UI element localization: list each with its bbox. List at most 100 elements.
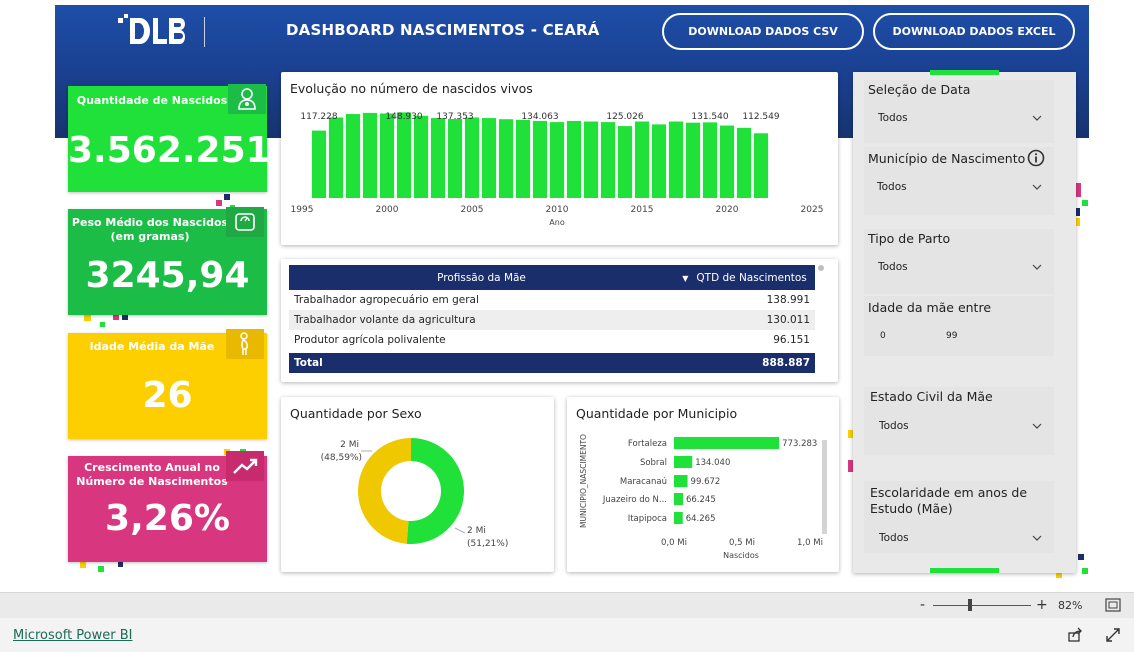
bar-2000[interactable] [379,113,395,198]
table-row[interactable]: Trabalhador agropecuário em geral 138.99… [289,290,815,310]
pregnant-woman-icon [226,329,264,359]
slice-feminino[interactable] [357,438,411,544]
category-label: Sobral [640,458,667,468]
decor-square [1082,200,1088,206]
download-excel-button[interactable]: DOWNLOAD DADOS EXCEL [873,13,1075,50]
bar-1[interactable] [674,456,693,468]
table-header-qtd[interactable]: ▼ QTD de Nascimentos [674,265,815,290]
data-label: 137.353 [436,112,473,122]
table-header-qtd-label: QTD de Nascimentos [696,271,807,284]
sexo-chart-card[interactable]: Quantidade por Sexo 2 Mi (48,59%) 2 Mi (51,… [281,397,554,572]
category-label: Maracanaú [620,477,667,487]
decor-square [1078,554,1084,560]
zoom-slider-track[interactable] [933,605,1031,606]
bar-2007[interactable] [498,119,514,198]
bar-2011[interactable] [566,120,582,198]
chevron-down-icon[interactable] [1032,421,1042,431]
bar-2016[interactable] [651,124,667,198]
kpi-label: Idade Média da Mãe [89,340,215,353]
filter-dropdown-value[interactable]: Todos [878,261,908,273]
sexo-donut-chart: 2 Mi (48,59%) 2 Mi (51,21%) [321,438,508,549]
idade-max-input[interactable]: 99 [946,331,957,341]
share-icon[interactable] [1067,627,1083,643]
filter-escolaridade: Escolaridade em anos de Estudo (Mãe) Tod… [864,481,1054,553]
bar-2003[interactable] [430,118,446,198]
bar-2008[interactable] [515,119,531,198]
bar-1999[interactable] [362,112,378,198]
chevron-down-icon[interactable] [1032,533,1042,543]
bar-2015[interactable] [634,121,650,198]
table-scrollbar[interactable] [818,265,824,271]
fit-to-page-icon[interactable] [1105,598,1121,612]
decor-square [1076,183,1081,197]
bar-2021[interactable] [736,127,752,198]
bar-2020[interactable] [719,125,735,198]
download-csv-button[interactable]: DOWNLOAD DADOS CSV [662,13,864,50]
chart-scrollbar[interactable] [822,440,827,534]
bar-2009[interactable] [532,120,548,198]
data-label: 134.040 [695,458,730,468]
profissao-table-card[interactable]: Profissão da Mãe ▼ QTD de Nascimentos Tra… [281,259,838,382]
data-label: 125.026 [606,112,643,122]
evolucao-chart-card[interactable]: Evolução no número de nascidos vivos 117… [281,72,838,245]
bar-2005[interactable] [464,117,480,199]
idade-min-input[interactable]: 0 [880,331,886,341]
bar-0[interactable] [674,437,780,449]
slice-value-label: 2 Mi [467,526,486,536]
filter-dropdown-value[interactable]: Todos [879,532,909,544]
chevron-down-icon[interactable] [1032,182,1042,192]
data-label: 117.228 [300,112,337,122]
zoom-out-button[interactable]: - [920,597,925,613]
trend-up-icon [226,451,264,481]
bar-2004[interactable] [447,119,463,198]
zoom-in-button[interactable]: + [1036,597,1048,613]
bar-2001[interactable] [396,112,412,198]
filter-dropdown-value[interactable]: Todos [878,112,908,124]
kpi-value: 3245,94 [85,255,250,296]
baby-icon [228,84,266,114]
data-label: 66.245 [686,495,716,505]
bar-2022[interactable] [753,133,769,198]
filter-dropdown-value[interactable]: Todos [877,181,907,193]
filter-parto: Tipo de Parto Todos [864,229,1054,294]
bar-2002[interactable] [413,115,429,198]
bar-4[interactable] [674,512,683,524]
bar-2010[interactable] [549,122,565,198]
municipio-bar-chart: Fortaleza 773.283 Sobral 134.040 Maracanaú 99… [579,434,827,560]
zoom-slider-thumb[interactable] [968,599,972,611]
bar-2[interactable] [674,475,688,487]
power-bi-link[interactable]: Microsoft Power BI [13,628,132,643]
table-cell-qtd: 96.151 [773,334,810,346]
table-row[interactable]: Trabalhador volante da agricultura 130.0… [289,310,815,330]
bar-2017[interactable] [668,121,684,198]
decor-square [216,200,222,206]
bar-3[interactable] [674,493,684,505]
chevron-down-icon[interactable] [1032,113,1042,123]
kpi-card-quantidade: Quantidade de Nascidos 3.562.251 [68,84,271,192]
zoom-level: 82% [1058,599,1083,612]
bar-1996[interactable] [311,130,327,198]
filter-dropdown-value[interactable]: Todos [879,420,909,432]
bar-2018[interactable] [685,122,701,198]
bar-2012[interactable] [583,121,599,198]
bar-2013[interactable] [600,122,616,198]
bar-2019[interactable] [702,122,718,198]
decor-square [100,322,105,327]
filter-panel: Seleção de Data Todos Município de Nasci… [853,70,1076,573]
bar-1997[interactable] [328,117,344,199]
filter-title: Idade da mãe entre [868,300,992,315]
municipio-chart-card[interactable]: Quantidade por Municipio Fortaleza 773.28… [567,397,839,572]
kpi-card-idade: Idade Média da Mãe 26 [68,329,267,439]
bar-2014[interactable] [617,126,633,198]
kpi-label: Peso Médio dos Nascidos (em gramas) [71,216,229,243]
bar-1998[interactable] [345,114,361,198]
logo-divider [204,17,205,47]
bar-2006[interactable] [481,118,497,198]
chevron-down-icon[interactable] [1032,262,1042,272]
decor-square [224,194,230,200]
table-row[interactable]: Produtor agrícola polivalente 96.151 [289,330,815,350]
info-icon[interactable] [1027,149,1045,167]
table-cell-qtd: 130.011 [674,310,815,330]
expand-icon[interactable] [1105,627,1121,643]
table-header-profissao[interactable]: Profissão da Mãe [289,265,674,290]
